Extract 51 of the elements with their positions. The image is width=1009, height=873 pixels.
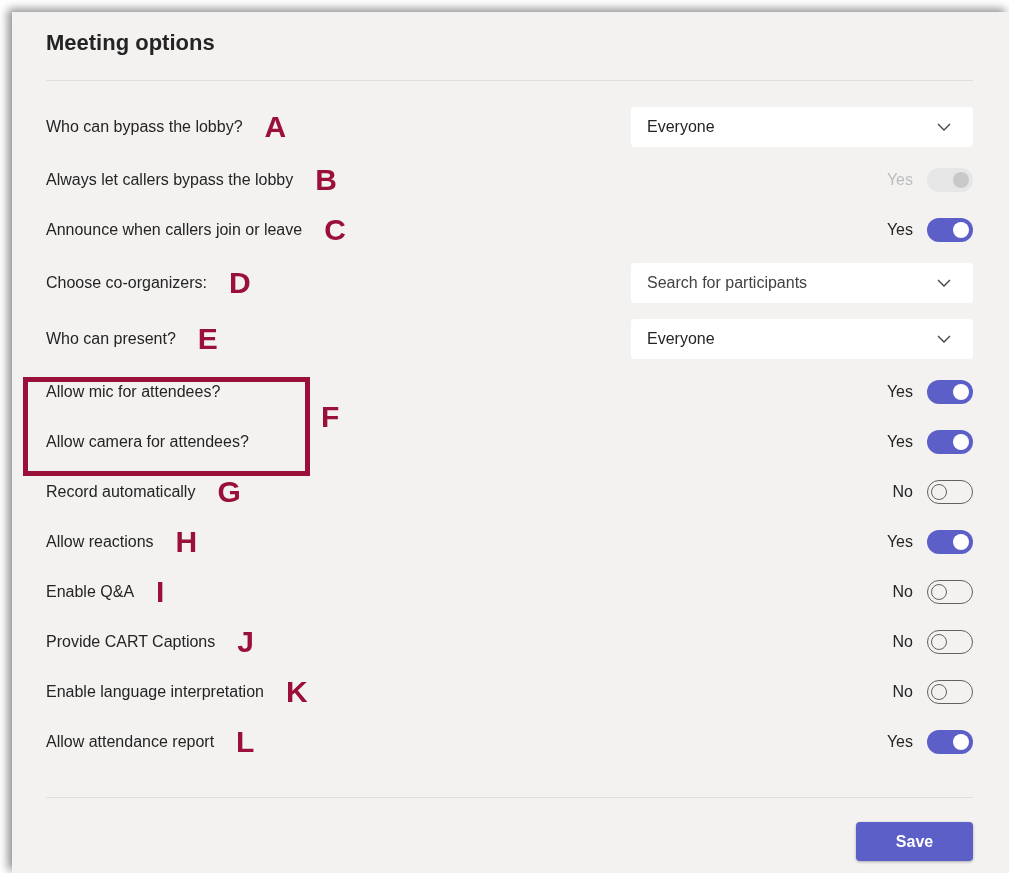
option-label: Choose co-organizers:	[46, 274, 207, 292]
option-label: Allow reactions	[46, 533, 154, 551]
annotation-letter: A	[264, 112, 287, 142]
annotation-letter: B	[315, 165, 337, 195]
option-label: Who can present?	[46, 330, 176, 348]
toggle-state-text: Yes	[886, 221, 913, 239]
option-label: Allow mic for attendees?	[46, 383, 221, 401]
toggle-state-text: No	[892, 633, 913, 651]
option-label: Allow attendance report	[46, 733, 215, 751]
toggle-state-text: Yes	[886, 433, 913, 451]
annotation-letter: L	[236, 727, 255, 757]
page-title: Meeting options	[46, 29, 216, 57]
toggle-state-text: No	[892, 683, 913, 701]
option-label: Who can bypass the lobby?	[46, 118, 243, 136]
option-label: Provide CART Captions	[46, 633, 216, 651]
option-label: Always let callers bypass the lobby	[46, 171, 294, 189]
annotation-letter: C	[324, 215, 346, 245]
option-label: Record automatically	[46, 483, 196, 501]
annotation-letter: G	[217, 477, 241, 507]
toggle-state-text: Yes	[886, 383, 913, 401]
toggle-state-text: No	[892, 483, 913, 501]
toggle-switch[interactable]	[927, 218, 973, 242]
toggle-state-text: Yes	[886, 533, 913, 551]
chevron-down-icon	[937, 279, 951, 287]
toggle-switch[interactable]	[927, 480, 973, 504]
option-label: Enable language interpretation	[46, 683, 264, 701]
annotation-letter: E	[197, 324, 218, 354]
toggle-state-text: Yes	[886, 733, 913, 751]
annotation-letter: I	[156, 577, 165, 607]
toggle-switch[interactable]	[927, 530, 973, 554]
toggle-state-text: No	[892, 583, 913, 601]
annotation-letter: J	[237, 627, 254, 657]
toggle-switch[interactable]	[927, 680, 973, 704]
annotation-letter: K	[285, 677, 308, 707]
annotation-letter: D	[228, 268, 251, 298]
toggle-switch[interactable]	[927, 730, 973, 754]
option-label: Allow camera for attendees?	[46, 433, 249, 451]
dropdown-field[interactable]: Everyone	[631, 107, 973, 147]
save-button[interactable]: Save	[856, 822, 973, 861]
chevron-down-icon	[937, 335, 951, 343]
dropdown-field[interactable]: Search for participants	[631, 263, 973, 303]
annotation-letter: H	[175, 527, 198, 557]
toggle-switch[interactable]	[927, 580, 973, 604]
dropdown-field[interactable]: Everyone	[631, 319, 973, 359]
toggle-switch[interactable]	[927, 630, 973, 654]
chevron-down-icon	[937, 123, 951, 131]
option-label: Announce when callers join or leave	[46, 221, 303, 239]
annotation-letter: F	[321, 402, 340, 432]
toggle-switch[interactable]	[927, 430, 973, 454]
option-label: Enable Q&A	[46, 583, 135, 601]
toggle-switch[interactable]	[927, 380, 973, 404]
